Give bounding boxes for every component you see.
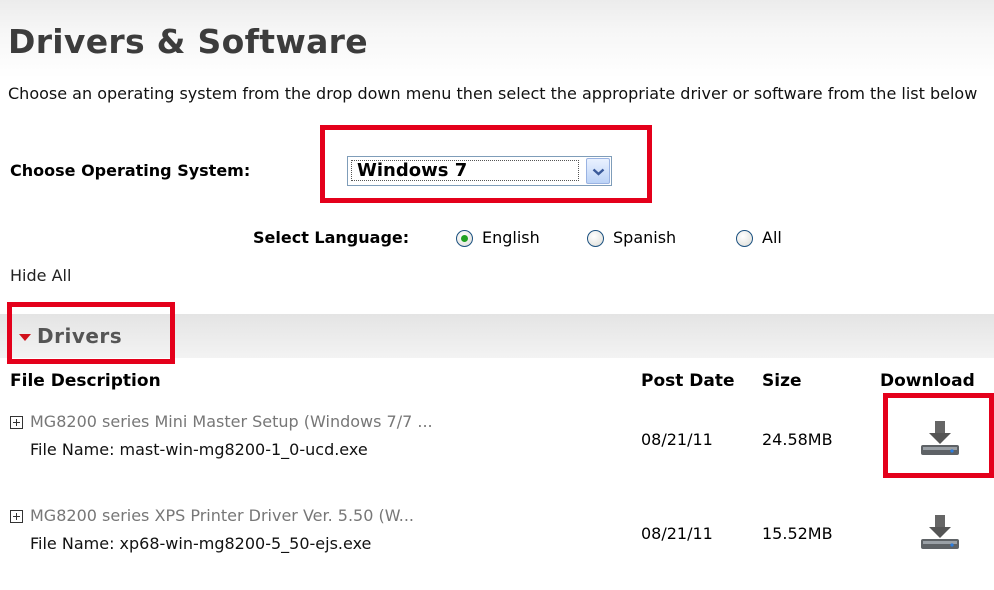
radio-all-label[interactable]: All	[762, 228, 782, 247]
file-size: 24.58MB	[762, 430, 833, 449]
file-description[interactable]: MG8200 series XPS Printer Driver Ver. 5.…	[30, 506, 414, 525]
radio-selected-dot	[461, 235, 468, 242]
radio-english-label[interactable]: English	[482, 228, 540, 247]
radio-all[interactable]	[736, 230, 753, 247]
os-label: Choose Operating System:	[10, 161, 251, 180]
column-header-post-date: Post Date	[641, 371, 735, 391]
drivers-toggle[interactable]: Drivers	[19, 324, 122, 348]
column-header-size: Size	[762, 371, 802, 391]
file-size: 15.52MB	[762, 524, 833, 543]
post-date: 08/21/11	[641, 430, 713, 449]
radio-english[interactable]	[456, 230, 473, 247]
hide-all-link[interactable]: Hide All	[10, 266, 71, 285]
file-name: File Name: mast-win-mg8200-1_0-ucd.exe	[30, 440, 368, 459]
download-highlight	[883, 393, 994, 478]
column-header-description: File Description	[10, 371, 161, 391]
os-select-value[interactable]: Windows 7	[351, 160, 579, 181]
intro-text: Choose an operating system from the drop…	[8, 84, 978, 103]
language-label: Select Language:	[253, 228, 410, 247]
drivers-toggle-label[interactable]: Drivers	[37, 324, 122, 348]
column-header-download: Download	[880, 371, 975, 391]
expand-icon[interactable]	[10, 416, 23, 429]
radio-spanish[interactable]	[587, 230, 604, 247]
download-icon[interactable]	[918, 515, 962, 551]
chevron-down-icon	[592, 168, 605, 176]
radio-spanish-label[interactable]: Spanish	[613, 228, 676, 247]
os-select[interactable]: Windows 7	[347, 156, 612, 186]
file-description[interactable]: MG8200 series Mini Master Setup (Windows…	[30, 412, 433, 431]
table-row: MG8200 series Mini Master Setup (Windows…	[0, 412, 994, 496]
file-name: File Name: xp68-win-mg8200-5_50-ejs.exe	[30, 534, 372, 553]
page-title: Drivers & Software	[8, 22, 368, 61]
table-row: MG8200 series XPS Printer Driver Ver. 5.…	[0, 506, 994, 590]
expand-icon[interactable]	[10, 510, 23, 523]
caret-down-icon	[19, 334, 31, 341]
os-dropdown-button[interactable]	[586, 158, 610, 184]
post-date: 08/21/11	[641, 524, 713, 543]
